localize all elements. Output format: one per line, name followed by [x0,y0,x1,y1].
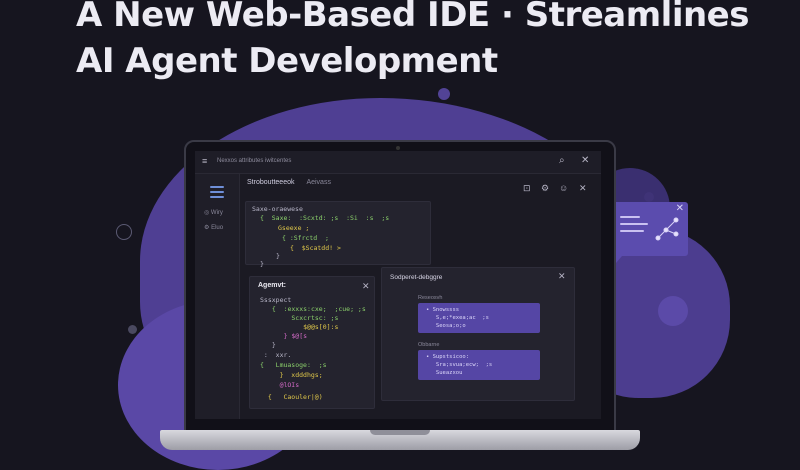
decor-dot [644,192,654,202]
window-title: Nexxos attributes iwitcentes [217,158,292,164]
code-line: } [276,252,280,260]
code-line: } [260,260,264,268]
debug-line: • Snowssss [426,307,460,313]
decor-ring [116,224,132,240]
sidebar-item-2[interactable]: ⚙ Eluo [204,224,223,231]
toolbar-subtitle: Aeivass [306,179,331,186]
close-icon[interactable]: ✕ [581,155,589,166]
debug-section-label: Obbarne [418,342,440,348]
network-graph-icon [655,217,679,241]
sidebar-item-label: Eluo [211,225,224,231]
sidebar-item-1[interactable]: ◎ Wiry [204,209,223,216]
code-line: { :Sfrctd ; [282,234,329,242]
editor-toolbar: Stroboutteeeok Aeivass [247,179,331,186]
code-line: : xxr. [260,351,292,359]
code-line: } [264,341,276,349]
agent-panel[interactable]: Agemvt: ✕ Sssxpect { :exxxs:cxe; ;cue; ;… [249,276,375,409]
code-line: { $Scatdd! > [290,244,341,252]
debugger-panel-title: Sodperet-debggre [390,274,443,281]
debug-line: • Supstsicoo: [426,354,470,360]
close-icon: ✕ [675,203,684,214]
headline-line-1: A New Web-Based IDE · Streamlines [76,0,749,35]
hamburger-icon[interactable] [210,186,224,201]
chat-line [620,223,648,225]
toolbar-title: Stroboutteeeok [247,179,295,186]
debug-line: S,e;*exea;ac ;s [426,315,489,321]
decor-dot [128,325,137,334]
sidebar: ◎ Wiry ⚙ Eluo [195,174,240,419]
code-line: Gseexe ; [278,224,310,232]
gear-icon: ⚙ [204,225,210,231]
menu-icon[interactable]: ≡ [202,156,207,166]
globe-icon: ◎ [204,210,210,216]
laptop-base [160,430,640,450]
code-line: { Saxe: :Scxtd: ;s :Si :s ;s [260,214,390,222]
debug-line: Sueazxou [426,370,463,376]
chat-line [620,216,640,218]
window-titlebar: ≡ Nexxos attributes iwitcentes ⌕ ✕ [195,151,601,174]
settings-icon[interactable]: ⚙ [541,183,549,194]
chat-line [620,230,644,232]
search-icon[interactable]: ⌕ [559,155,565,166]
agent-panel-title: Agemvt: [258,282,287,289]
debug-line: Sra;svua;ecw; ;s [426,362,493,368]
close-icon[interactable]: ✕ [558,271,566,282]
headline-line-2: AI Agent Development [76,41,498,81]
code-line: { Lmuasoge: ;s [260,361,327,369]
sidebar-item-label: Wiry [210,210,223,216]
save-icon[interactable]: ⊡ [523,183,531,194]
code-editor-panel[interactable]: Saxe-oraewese { Saxe: :Scxtd: ;s :Si :s … [245,201,431,268]
laptop-notch [370,430,430,435]
emoji-icon[interactable]: ☺ [559,183,568,193]
camera [396,146,400,150]
close-icon[interactable]: ✕ [362,281,370,292]
decor-dot [658,296,688,326]
code-line: { Caouler|@) [260,393,323,401]
debugger-panel[interactable]: Sodperet-debggre ✕ Reseosvh • Snowssss S… [381,267,575,401]
chat-bubble-card: ✕ [606,202,688,270]
ide-screen: ≡ Nexxos attributes iwitcentes ⌕ ✕ ◎ Wir… [195,151,601,419]
close-icon[interactable]: ✕ [579,183,587,194]
code-line: @lOIs [260,381,300,389]
debug-card[interactable]: • Supstsicoo: Sra;svua;ecw; ;s Sueazxou [418,350,540,380]
debug-card[interactable]: • Snowssss S,e;*exea;ac ;s Seosa;o;o [418,303,540,333]
code-line: } xdddhgs; [260,371,323,379]
debug-section-label: Reseosvh [418,295,443,301]
decor-dot [438,88,450,100]
debug-line: Seosa;o;o [426,323,466,329]
headline: A New Web-Based IDE · Streamlines AI Age… [76,0,776,84]
